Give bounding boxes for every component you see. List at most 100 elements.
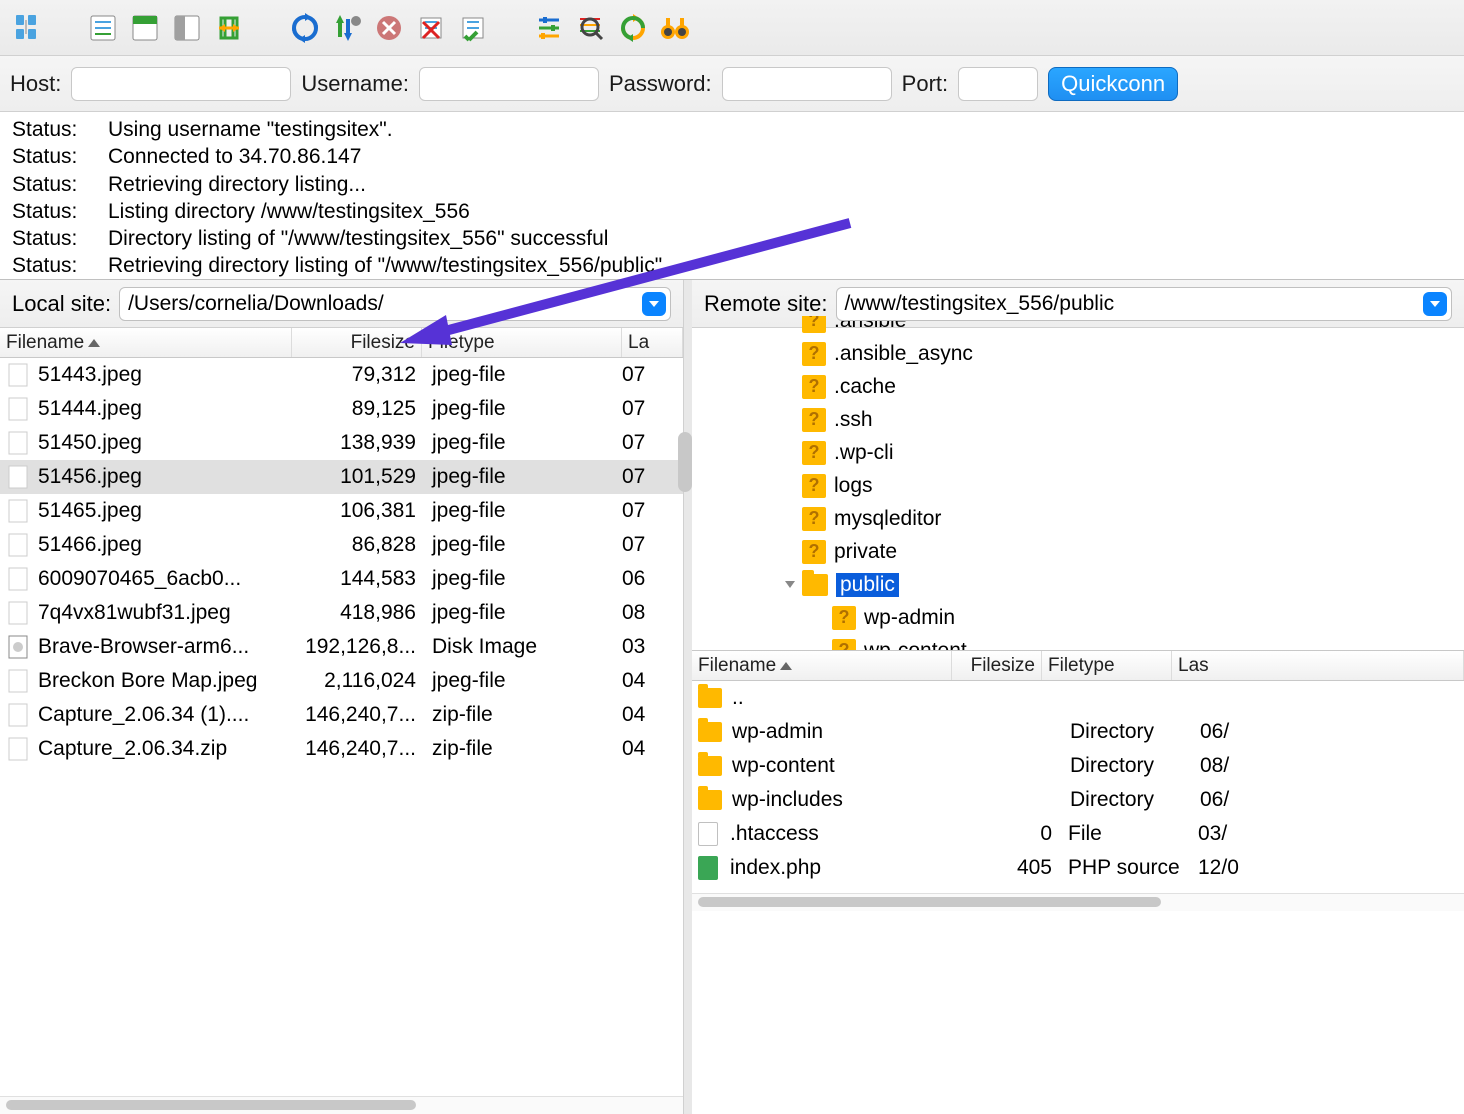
- tree-label: mysqleditor: [834, 507, 941, 531]
- tree-row[interactable]: ?.ssh: [692, 403, 1464, 436]
- file-row[interactable]: 6009070465_6acb0...144,583jpeg-file06: [0, 562, 683, 596]
- username-label: Username:: [301, 71, 409, 97]
- chevron-down-icon[interactable]: [642, 292, 666, 316]
- file-row[interactable]: 51456.jpeg101,529jpeg-file07: [0, 460, 683, 494]
- toggle-queue-icon[interactable]: [210, 9, 248, 47]
- remote-path-select[interactable]: /www/testingsitex_556/public: [836, 287, 1453, 321]
- file-row[interactable]: Capture_2.06.34.zip146,240,7...zip-file0…: [0, 732, 683, 766]
- remote-col-filename[interactable]: Filename: [692, 651, 952, 680]
- folder-icon: [698, 688, 722, 708]
- file-date: 03/: [1190, 822, 1240, 846]
- message-log[interactable]: Status:Using username "testingsitex".Sta…: [0, 112, 1464, 280]
- unknown-folder-icon: ?: [802, 441, 826, 465]
- folder-icon: [698, 790, 722, 810]
- file-date: 06/: [1192, 788, 1242, 812]
- local-file-list[interactable]: 51443.jpeg79,312jpeg-file0751444.jpeg89,…: [0, 358, 683, 788]
- quickconnect-button[interactable]: Quickconn: [1048, 67, 1178, 101]
- folder-icon: [698, 722, 722, 742]
- local-col-filesize[interactable]: Filesize: [292, 328, 422, 357]
- file-icon: [6, 669, 30, 693]
- local-path-select[interactable]: /Users/cornelia/Downloads/: [119, 287, 671, 321]
- remote-column-header[interactable]: Filename Filesize Filetype Las: [692, 651, 1464, 681]
- process-queue-icon[interactable]: [328, 9, 366, 47]
- local-path-value: /Users/cornelia/Downloads/: [128, 292, 384, 316]
- tree-row[interactable]: ?mysqleditor: [692, 502, 1464, 535]
- file-icon: [6, 601, 30, 625]
- remote-col-filesize[interactable]: Filesize: [952, 651, 1042, 680]
- local-column-header[interactable]: Filename Filesize Filetype La: [0, 328, 683, 358]
- file-type: jpeg-file: [424, 363, 614, 387]
- tree-label: wp-content: [864, 639, 967, 652]
- tree-row[interactable]: ?wp-content: [692, 634, 1464, 651]
- remote-file-list[interactable]: ..wp-adminDirectory06/wp-contentDirector…: [692, 681, 1464, 893]
- chevron-down-icon[interactable]: [1423, 292, 1447, 316]
- reconnect-icon[interactable]: [454, 9, 492, 47]
- tree-row[interactable]: ?.wp-cli: [692, 436, 1464, 469]
- tree-row[interactable]: ?private: [692, 535, 1464, 568]
- file-row[interactable]: index.php405PHP source12/0: [692, 851, 1464, 885]
- remote-directory-tree[interactable]: ?.ansible?.ansible_async?.cache?.ssh?.wp…: [692, 316, 1464, 651]
- local-col-filename[interactable]: Filename: [0, 328, 292, 357]
- file-date: 12/0: [1190, 856, 1240, 880]
- remote-col-filetype[interactable]: Filetype: [1042, 651, 1172, 680]
- file-row[interactable]: 7q4vx81wubf31.jpeg418,986jpeg-file08: [0, 596, 683, 630]
- pane-splitter[interactable]: [684, 280, 692, 1114]
- remote-hscrollbar[interactable]: [692, 893, 1464, 911]
- host-input[interactable]: [71, 67, 291, 101]
- remote-col-lastmod[interactable]: Las: [1172, 651, 1464, 680]
- file-row[interactable]: .htaccess0File03/: [692, 817, 1464, 851]
- file-row[interactable]: wp-adminDirectory06/: [692, 715, 1464, 749]
- local-hscrollbar[interactable]: [0, 1096, 683, 1114]
- tree-row[interactable]: ?wp-admin: [692, 601, 1464, 634]
- password-input[interactable]: [722, 67, 892, 101]
- file-row[interactable]: 51443.jpeg79,312jpeg-file07: [0, 358, 683, 392]
- file-row[interactable]: wp-contentDirectory08/: [692, 749, 1464, 783]
- file-name: 6009070465_6acb0...: [38, 567, 294, 591]
- password-label: Password:: [609, 71, 712, 97]
- file-size: 89,125: [294, 397, 424, 421]
- tree-label: public: [836, 573, 899, 597]
- file-row[interactable]: ..: [692, 681, 1464, 715]
- site-manager-icon[interactable]: [8, 9, 46, 47]
- file-name: index.php: [730, 856, 980, 880]
- file-row[interactable]: Breckon Bore Map.jpeg2,116,024jpeg-file0…: [0, 664, 683, 698]
- file-row[interactable]: Brave-Browser-arm6...192,126,8...Disk Im…: [0, 630, 683, 664]
- cancel-icon[interactable]: [370, 9, 408, 47]
- file-size: 192,126,8...: [294, 635, 424, 659]
- filter-icon[interactable]: [530, 9, 568, 47]
- unknown-folder-icon: ?: [802, 316, 826, 333]
- file-row[interactable]: Capture_2.06.34 (1)....146,240,7...zip-f…: [0, 698, 683, 732]
- log-label: Status:: [12, 252, 108, 279]
- file-row[interactable]: 51450.jpeg138,939jpeg-file07: [0, 426, 683, 460]
- file-row[interactable]: 51466.jpeg86,828jpeg-file07: [0, 528, 683, 562]
- toggle-log-icon[interactable]: [84, 9, 122, 47]
- folder-open-icon: [802, 574, 828, 596]
- tree-row[interactable]: public: [692, 568, 1464, 601]
- refresh-icon[interactable]: [286, 9, 324, 47]
- tree-row[interactable]: ?.cache: [692, 370, 1464, 403]
- local-col-lastmod[interactable]: La: [622, 328, 683, 357]
- file-name: Breckon Bore Map.jpeg: [38, 669, 294, 693]
- unknown-folder-icon: ?: [802, 540, 826, 564]
- disclosure-icon[interactable]: [782, 577, 798, 593]
- toggle-remote-tree-icon[interactable]: [168, 9, 206, 47]
- local-vscrollbar[interactable]: [678, 432, 692, 492]
- tree-row[interactable]: ?.ansible_async: [692, 337, 1464, 370]
- port-input[interactable]: [958, 67, 1038, 101]
- file-size: 2,116,024: [294, 669, 424, 693]
- file-row[interactable]: wp-includesDirectory06/: [692, 783, 1464, 817]
- file-type: jpeg-file: [424, 499, 614, 523]
- file-row[interactable]: 51465.jpeg106,381jpeg-file07: [0, 494, 683, 528]
- toggle-local-tree-icon[interactable]: [126, 9, 164, 47]
- disconnect-icon[interactable]: [412, 9, 450, 47]
- compare-icon[interactable]: [614, 9, 652, 47]
- log-text: Using username "testingsitex".: [108, 116, 393, 143]
- search-icon[interactable]: [572, 9, 610, 47]
- file-date: 06: [614, 567, 654, 591]
- local-col-filetype[interactable]: Filetype: [422, 328, 622, 357]
- tree-row[interactable]: ?logs: [692, 469, 1464, 502]
- username-input[interactable]: [419, 67, 599, 101]
- file-row[interactable]: 51444.jpeg89,125jpeg-file07: [0, 392, 683, 426]
- file-icon: [6, 533, 30, 557]
- binoculars-icon[interactable]: [656, 9, 694, 47]
